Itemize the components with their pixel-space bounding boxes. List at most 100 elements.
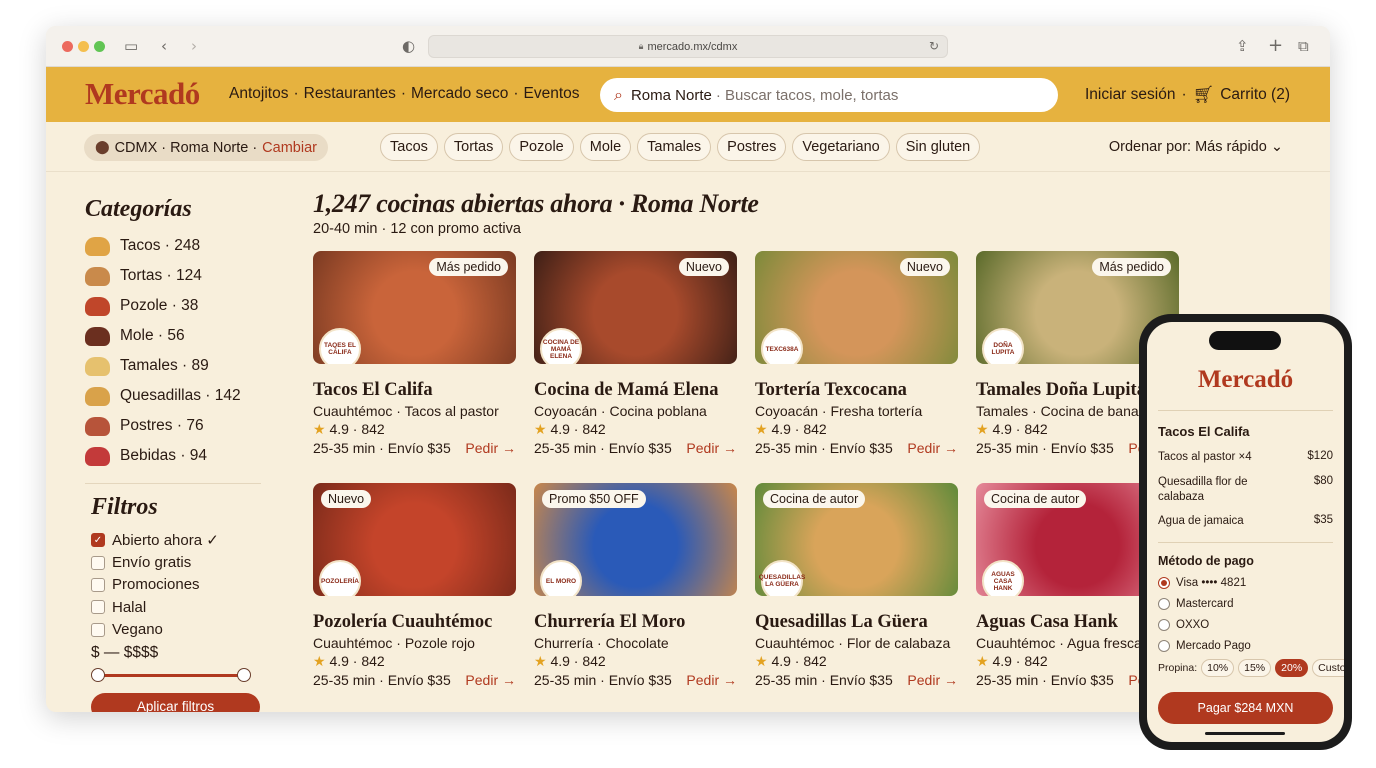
card-badge: Cocina de autor (763, 490, 866, 508)
category-item[interactable]: Pozole · 38 (85, 291, 265, 321)
chip-tamales[interactable]: Tamales (637, 133, 712, 161)
sort-dropdown[interactable]: Ordenar por: Más rápido ⌄ (1109, 139, 1283, 155)
payment-option-mercado-pago[interactable]: Mercado Pago (1158, 640, 1251, 652)
chip-tacos[interactable]: Tacos (380, 133, 438, 161)
reload-icon[interactable]: ↻ (929, 39, 939, 53)
header-separator: · (1181, 86, 1187, 103)
restaurant-card[interactable]: Nuevo TEXC638A Tortería Texcocana Coyoacán … (755, 251, 958, 456)
food-photo[interactable]: Nuevo TEXC638A (755, 251, 958, 364)
nav-antojitos[interactable]: Antojitos (229, 85, 288, 103)
restaurant-name[interactable]: Tacos El Califa (313, 380, 516, 401)
tab-overview-icon[interactable]: ⧉ (1298, 36, 1309, 56)
login-link[interactable]: Iniciar sesión (1085, 86, 1175, 104)
payment-option-mastercard[interactable]: Mastercard (1158, 598, 1234, 610)
tip-15[interactable]: 15% (1238, 659, 1272, 677)
food-photo[interactable]: Promo $50 OFF EL MORO (534, 483, 737, 596)
payment-option-visa[interactable]: Visa •••• 4821 (1158, 577, 1246, 589)
chip-postres[interactable]: Postres (717, 133, 787, 161)
filter-item[interactable]: ✓ Abierto ahora ✓ (91, 529, 265, 551)
close-window-button[interactable] (62, 41, 73, 52)
filter-checkbox[interactable] (91, 555, 105, 570)
price-slider[interactable] (91, 667, 251, 683)
radio-button[interactable] (1158, 640, 1170, 652)
location-pill[interactable]: ⬤ CDMX · Roma Norte · Cambiar (84, 134, 328, 161)
apply-filters-button[interactable]: Aplicar filtros (91, 692, 260, 712)
nav-eventos[interactable]: Eventos (524, 85, 580, 103)
shield-icon[interactable]: ◐ (402, 36, 415, 56)
nav-mercado-seco[interactable]: Mercado seco (411, 85, 508, 103)
order-link[interactable]: Pedir → (686, 440, 737, 456)
minimize-window-button[interactable] (78, 41, 89, 52)
radio-button[interactable] (1158, 577, 1170, 589)
address-bar[interactable]: 🔒︎ mercado.mx/cdmx ↻ (428, 35, 948, 58)
restaurant-name[interactable]: Cocina de Mamá Elena (534, 380, 737, 401)
category-label: Tamales · 89 (120, 357, 209, 374)
site-logo[interactable]: Mercadó (85, 76, 200, 112)
chip-tortas[interactable]: Tortas (443, 133, 504, 161)
restaurant-name[interactable]: Pozolería Cuauhtémoc (313, 612, 516, 633)
filter-checkbox[interactable] (91, 622, 105, 637)
cart-icon[interactable]: 🛒︎ (1193, 85, 1215, 105)
restaurant-card[interactable]: Promo $50 OFF EL MORO Churrería El Moro Chu… (534, 483, 737, 688)
restaurant-name[interactable]: Tortería Texcocana (755, 380, 958, 401)
category-item[interactable]: Tacos · 248 (85, 231, 265, 261)
search-placeholder: · Buscar tacos, mole, tortas (715, 86, 899, 104)
category-icon (85, 296, 110, 316)
filter-item[interactable]: Vegano (91, 619, 265, 641)
radio-button[interactable] (1158, 619, 1170, 631)
restaurant-logo: AGUAS CASA HANK (982, 560, 1024, 596)
slider-min-handle[interactable] (91, 667, 105, 682)
category-item[interactable]: Bebidas · 94 (85, 441, 265, 471)
restaurant-rating: ★ 4.9 · 842 (534, 653, 737, 670)
maximize-window-button[interactable] (94, 41, 105, 52)
tip-10[interactable]: 10% (1201, 659, 1235, 677)
chip-sin-gluten[interactable]: Sin gluten (895, 133, 981, 161)
star-icon: ★ (534, 422, 547, 438)
category-item[interactable]: Postres · 76 (85, 411, 265, 441)
pay-button[interactable]: Pagar $284 MXN (1158, 692, 1333, 724)
radio-button[interactable] (1158, 598, 1170, 610)
cart-link[interactable]: Carrito (2) (1220, 86, 1290, 104)
order-link[interactable]: Pedir → (465, 672, 516, 688)
order-link[interactable]: Pedir → (465, 440, 516, 456)
chip-pozole[interactable]: Pozole (509, 133, 574, 161)
restaurant-card[interactable]: Nuevo COCINA DE MAMÁ ELENA Cocina de Mamá … (534, 251, 737, 456)
order-link[interactable]: Pedir → (907, 672, 958, 688)
change-location-link[interactable]: Cambiar (262, 140, 317, 156)
filter-checkbox[interactable] (91, 600, 105, 615)
filter-checkbox[interactable] (91, 577, 105, 592)
category-item[interactable]: Mole · 56 (85, 321, 265, 351)
back-icon[interactable]: ‹ (161, 36, 167, 56)
food-photo[interactable]: Nuevo COCINA DE MAMÁ ELENA (534, 251, 737, 364)
chip-mole[interactable]: Mole (579, 133, 632, 161)
nav-restaurantes[interactable]: Restaurantes (304, 85, 396, 103)
restaurant-card[interactable]: Cocina de autor QUESADILLAS LA GÜERA Quesa… (755, 483, 958, 688)
order-link[interactable]: Pedir → (686, 672, 737, 688)
order-link[interactable]: Pedir → (907, 440, 958, 456)
filter-item[interactable]: Promociones (91, 574, 265, 596)
filter-item[interactable]: Envío gratis (91, 551, 265, 573)
category-item[interactable]: Tamales · 89 (85, 351, 265, 381)
restaurant-name[interactable]: Churrería El Moro (534, 612, 737, 633)
new-tab-icon[interactable]: + (1268, 36, 1283, 56)
star-icon: ★ (976, 654, 989, 670)
food-photo[interactable]: Nuevo POZOLERÍA (313, 483, 516, 596)
restaurant-card[interactable]: Más pedido TAQES EL CALIFA Tacos El Califa… (313, 251, 516, 456)
restaurant-card[interactable]: Nuevo POZOLERÍA Pozolería Cuauhtémoc Cuauht… (313, 483, 516, 688)
slider-max-handle[interactable] (237, 667, 251, 682)
category-item[interactable]: Quesadillas · 142 (85, 381, 265, 411)
tip-custom[interactable]: Custom (1312, 659, 1344, 677)
food-photo[interactable]: Más pedido TAQES EL CALIFA (313, 251, 516, 364)
filter-checkbox[interactable]: ✓ (91, 533, 105, 548)
payment-option-oxxo[interactable]: OXXO (1158, 619, 1209, 631)
tip-20[interactable]: 20% (1275, 659, 1309, 677)
sidebar-toggle-icon[interactable]: ▭ (124, 36, 138, 56)
chip-vegetariano[interactable]: Vegetariano (792, 133, 890, 161)
filter-item[interactable]: Halal (91, 596, 265, 618)
search-input[interactable]: ⌕ Roma Norte · Buscar tacos, mole, torta… (600, 78, 1058, 112)
forward-icon[interactable]: › (191, 36, 197, 56)
food-photo[interactable]: Cocina de autor QUESADILLAS LA GÜERA (755, 483, 958, 596)
category-item[interactable]: Tortas · 124 (85, 261, 265, 291)
share-icon[interactable]: ⇪ (1236, 36, 1249, 56)
restaurant-name[interactable]: Quesadillas La Güera (755, 612, 958, 633)
